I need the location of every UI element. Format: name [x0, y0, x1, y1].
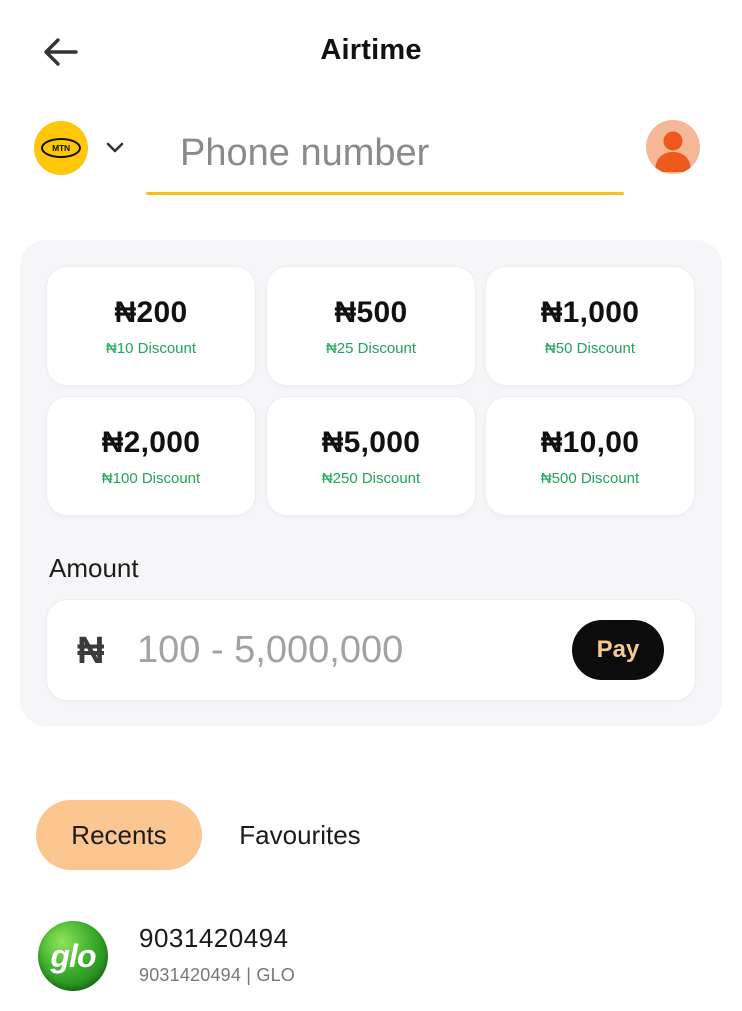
quick-amount-10000[interactable]: ₦10,00 ₦500 Discount: [486, 397, 694, 515]
quick-amount-discount: ₦100 Discount: [101, 469, 201, 487]
quick-amount-discount: ₦250 Discount: [321, 469, 421, 487]
network-selector[interactable]: MTN: [34, 120, 134, 176]
quick-amount-discount: ₦25 Discount: [325, 339, 417, 357]
quick-amount-value: ₦10,00: [540, 425, 640, 459]
person-icon: [655, 131, 691, 172]
pay-button[interactable]: Pay: [572, 620, 664, 680]
quick-amount-discount: ₦500 Discount: [540, 469, 640, 487]
recent-phone-number: 9031420494: [139, 923, 289, 953]
naira-currency-icon: ₦: [77, 630, 105, 672]
quick-amount-discount: ₦50 Discount: [544, 339, 636, 357]
recent-subtitle: 9031420494 | GLO: [139, 965, 295, 985]
page-title: Airtime: [320, 34, 422, 66]
quick-amount-value: ₦2,000: [101, 425, 201, 459]
quick-amount-value: ₦5,000: [321, 425, 421, 459]
tab-favourites[interactable]: Favourites: [214, 800, 386, 870]
quick-amount-value: ₦1,000: [540, 295, 640, 329]
amount-field-container: ₦ Pay: [47, 600, 695, 700]
quick-amount-value: ₦500: [334, 295, 408, 329]
contact-picker-button[interactable]: [646, 120, 700, 174]
phone-number-input[interactable]: [148, 118, 622, 188]
quick-amount-value: ₦200: [114, 295, 188, 329]
tab-recents[interactable]: Recents: [36, 800, 202, 870]
mtn-logo: MTN: [34, 121, 88, 175]
chevron-down-icon: [106, 142, 124, 154]
quick-amount-500[interactable]: ₦500 ₦25 Discount: [267, 267, 475, 385]
quick-amount-discount: ₦10 Discount: [105, 339, 197, 357]
mtn-logo-text: MTN: [41, 138, 81, 158]
quick-amount-5000[interactable]: ₦5,000 ₦250 Discount: [267, 397, 475, 515]
glo-logo: glo: [38, 921, 108, 991]
phone-input-underline: [146, 192, 624, 195]
quick-amount-200[interactable]: ₦200 ₦10 Discount: [47, 267, 255, 385]
list-item[interactable]: glo 9031420494 9031420494 | GLO: [0, 905, 742, 1005]
amount-input[interactable]: [137, 620, 557, 680]
amount-label: Amount: [49, 553, 139, 583]
quick-amount-1000[interactable]: ₦1,000 ₦50 Discount: [486, 267, 694, 385]
quick-amount-2000[interactable]: ₦2,000 ₦100 Discount: [47, 397, 255, 515]
